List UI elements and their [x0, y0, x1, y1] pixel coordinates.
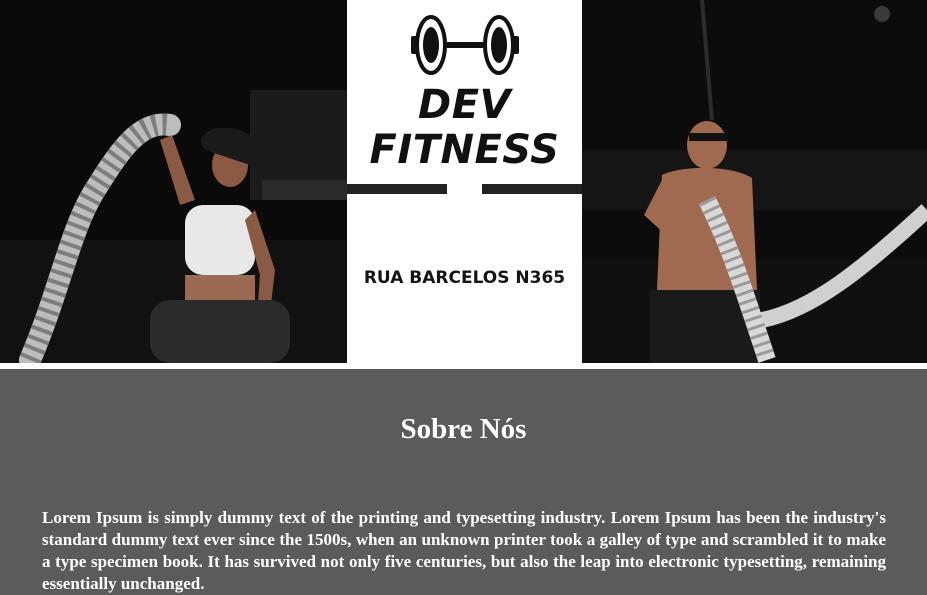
man-battle-ropes-photo	[582, 0, 927, 363]
dumbbell-icon	[409, 14, 521, 76]
brand-divider-left	[347, 184, 447, 194]
about-title: Sobre Nós	[400, 413, 527, 445]
about-text: Lorem Ipsum is simply dummy text of the …	[42, 508, 886, 593]
brand-name-line1: DEV	[418, 82, 511, 128]
address-text: RUA BARCELOS N365	[363, 268, 566, 288]
hero-banner: DEV FITNESS RUA BARCELOS N365	[0, 0, 927, 366]
brand-divider-right	[482, 184, 586, 194]
brand-name-line2: FITNESS	[369, 127, 560, 173]
about-section: Sobre Nós Lorem Ipsum is simply dummy te…	[0, 366, 927, 593]
woman-battle-ropes-photo	[0, 0, 347, 363]
